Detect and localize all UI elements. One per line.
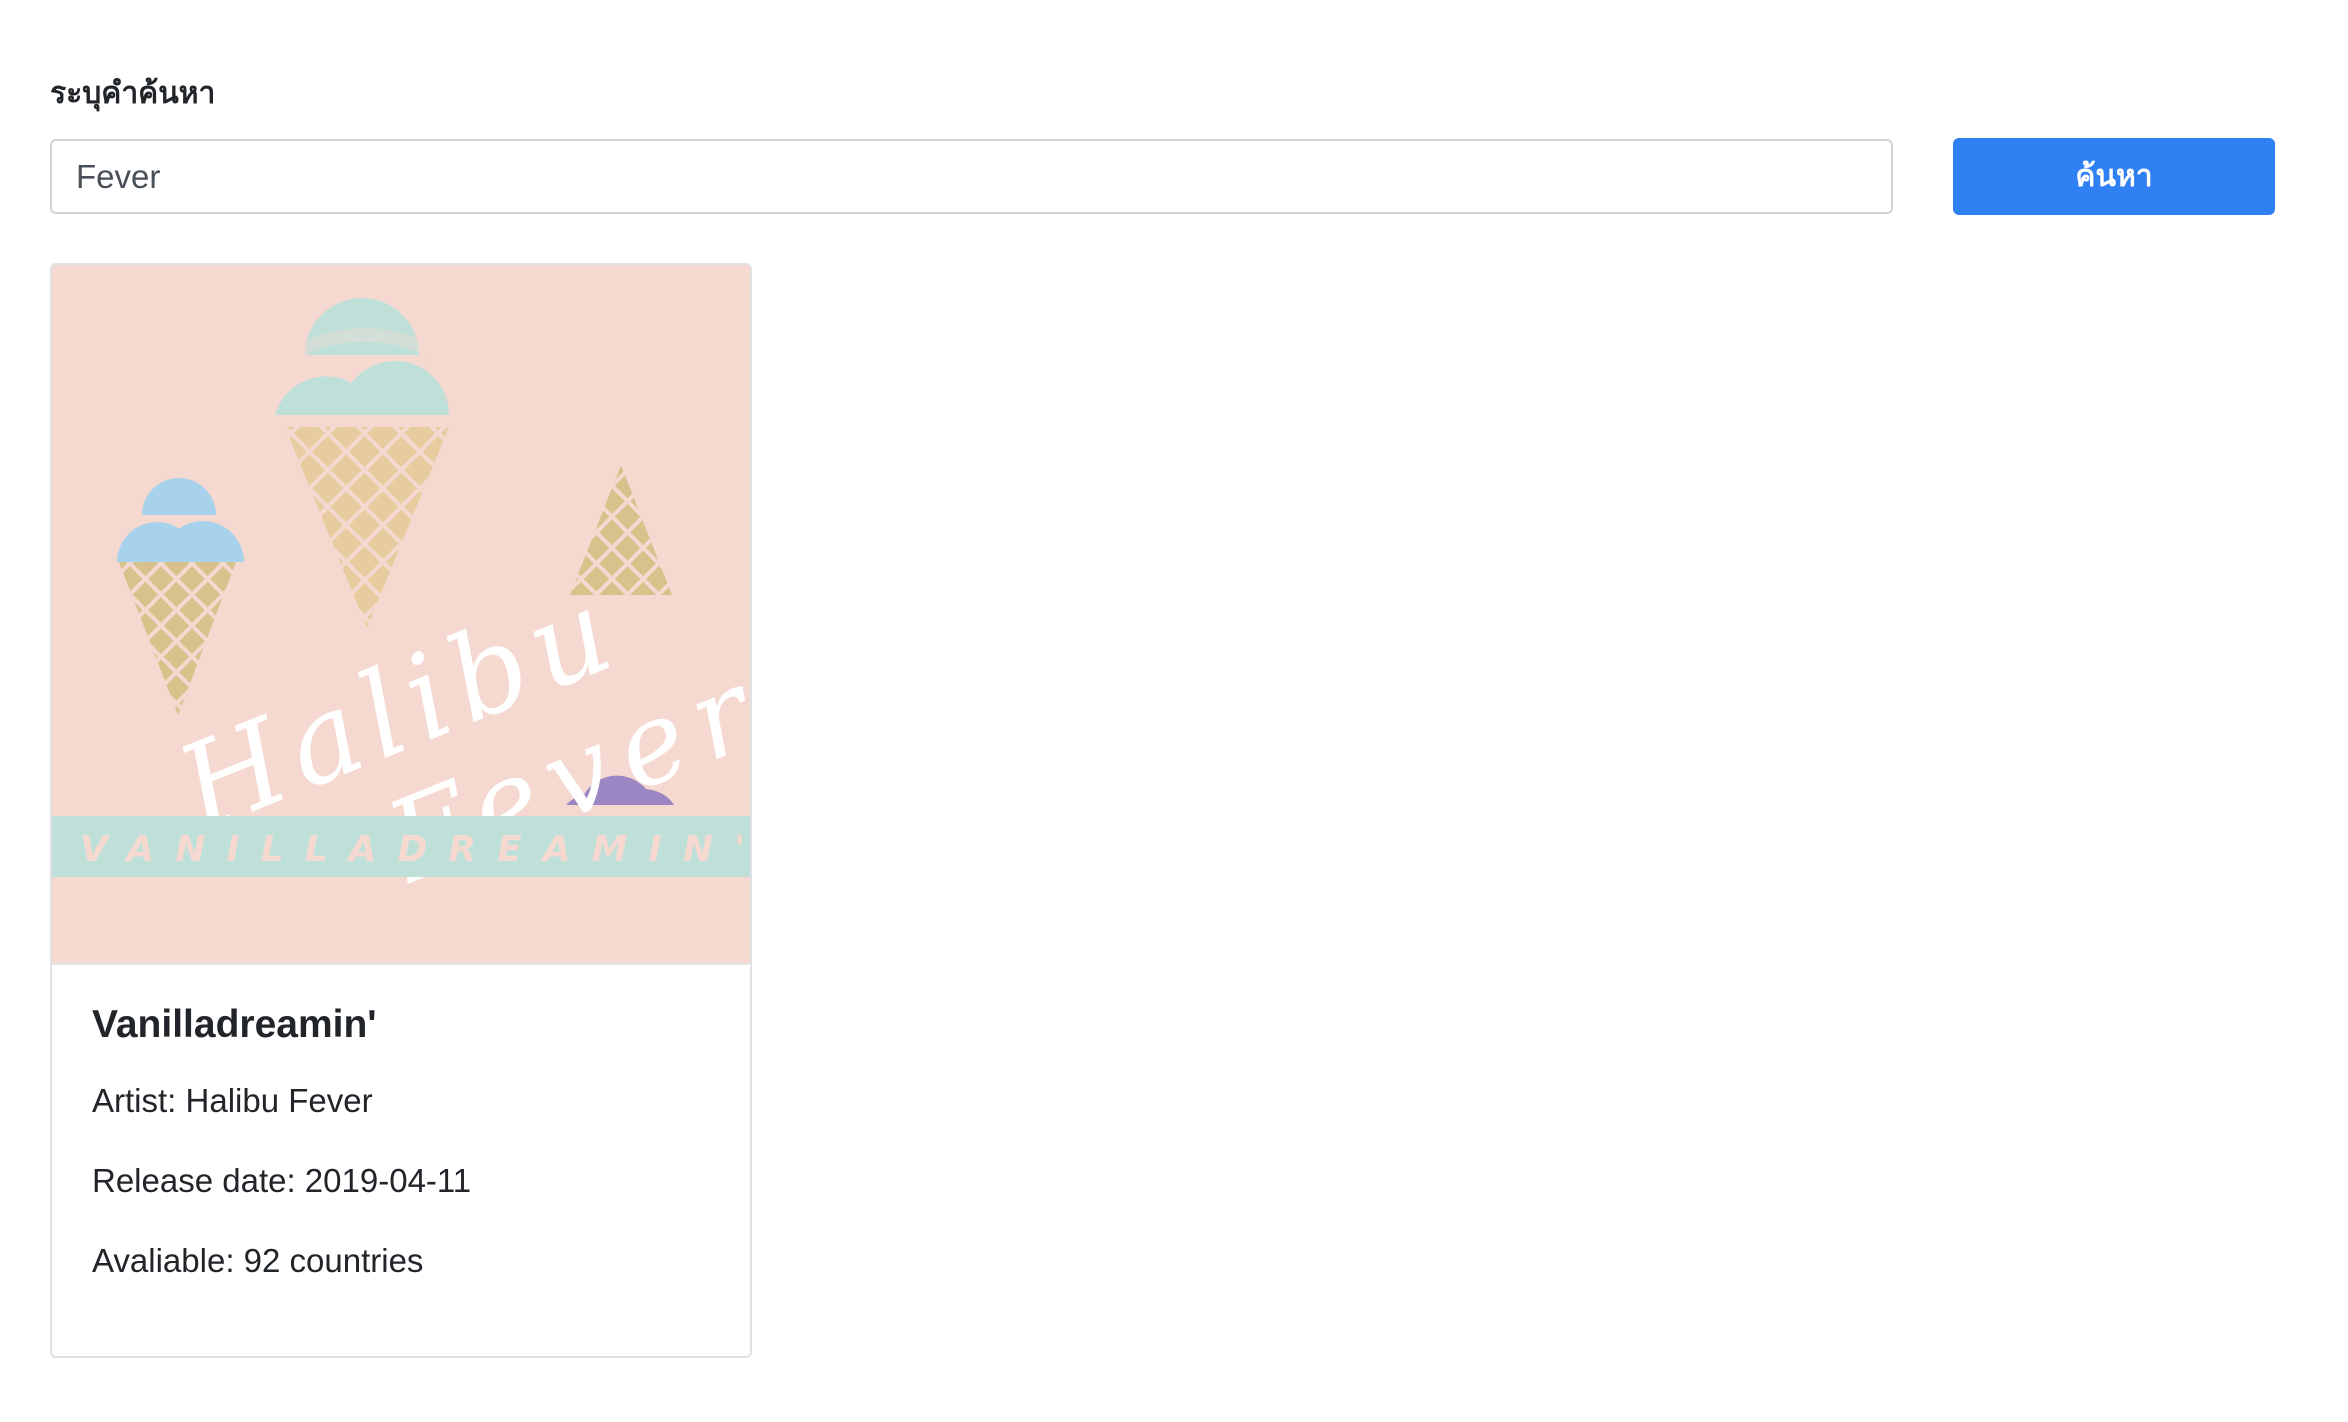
result-card[interactable]: Halibu Fever VANILLADREAMIN' Vanilladrea… <box>50 263 752 1358</box>
search-label: ระบุคำค้นหา <box>50 76 216 111</box>
search-page: ระบุคำค้นหา ค้นหา <box>0 0 2348 1422</box>
search-input[interactable] <box>50 139 1893 214</box>
track-title: Vanilladreamin' <box>92 1003 377 1046</box>
card-body: Vanilladreamin' Artist: Halibu Fever Rel… <box>52 963 750 1279</box>
availability-text: Avaliable: 92 countries <box>92 1242 424 1279</box>
search-button[interactable]: ค้นหา <box>1953 138 2275 215</box>
artist-text: Artist: Halibu Fever <box>92 1082 373 1119</box>
release-date-text: Release date: 2019-04-11 <box>92 1162 472 1199</box>
cover-banner-text: VANILLADREAMIN' <box>80 829 750 870</box>
album-cover-image: Halibu Fever VANILLADREAMIN' <box>52 265 750 963</box>
